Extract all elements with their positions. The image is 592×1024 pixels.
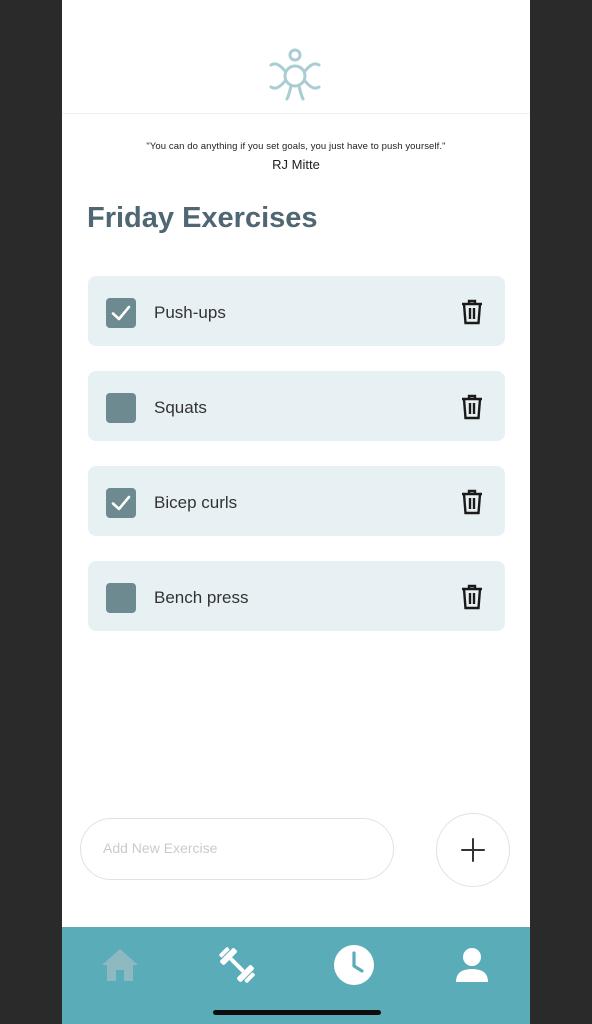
delete-exercise-button[interactable] (460, 488, 484, 516)
checkmark-icon (111, 305, 131, 321)
exercise-checkbox[interactable] (106, 488, 136, 518)
exercise-label: Bench press (154, 588, 249, 607)
logo-icon (269, 48, 321, 101)
exercise-item: Bench press (88, 561, 505, 631)
exercise-label: Squats (154, 398, 207, 417)
add-exercise-input[interactable] (101, 839, 375, 857)
dumbbell-icon (219, 947, 255, 983)
trash-icon (462, 299, 482, 325)
nav-workouts-button[interactable] (213, 941, 261, 989)
delete-exercise-button[interactable] (460, 393, 484, 421)
checkmark-icon (111, 495, 131, 511)
exercise-item: Bicep curls (88, 466, 505, 536)
exercise-label: Push-ups (154, 303, 226, 322)
quote-author: RJ Mitte (272, 157, 320, 172)
trash-icon (462, 489, 482, 515)
exercise-item: Squats (88, 371, 505, 441)
plus-icon (461, 838, 485, 862)
exercise-item: Push-ups (88, 276, 505, 346)
nav-history-button[interactable] (330, 941, 378, 989)
nav-home-button[interactable] (96, 941, 144, 989)
add-exercise-button[interactable] (436, 813, 510, 887)
trash-icon (462, 394, 482, 420)
nav-profile-button[interactable] (448, 941, 496, 989)
user-icon (456, 948, 488, 982)
trash-icon (462, 584, 482, 610)
motivational-quote: "You can do anything if you set goals, y… (146, 141, 446, 152)
home-icon (102, 949, 138, 981)
delete-exercise-button[interactable] (460, 583, 484, 611)
add-exercise-field (80, 818, 394, 880)
app-screen: "You can do anything if you set goals, y… (62, 0, 530, 1024)
exercise-checkbox[interactable] (106, 393, 136, 423)
header (62, 0, 530, 114)
exercise-checkbox[interactable] (106, 583, 136, 613)
delete-exercise-button[interactable] (460, 298, 484, 326)
exercise-checkbox[interactable] (106, 298, 136, 328)
page-title: Friday Exercises (87, 202, 318, 234)
home-indicator (213, 1010, 381, 1015)
clock-icon (334, 945, 374, 985)
exercise-label: Bicep curls (154, 493, 238, 512)
